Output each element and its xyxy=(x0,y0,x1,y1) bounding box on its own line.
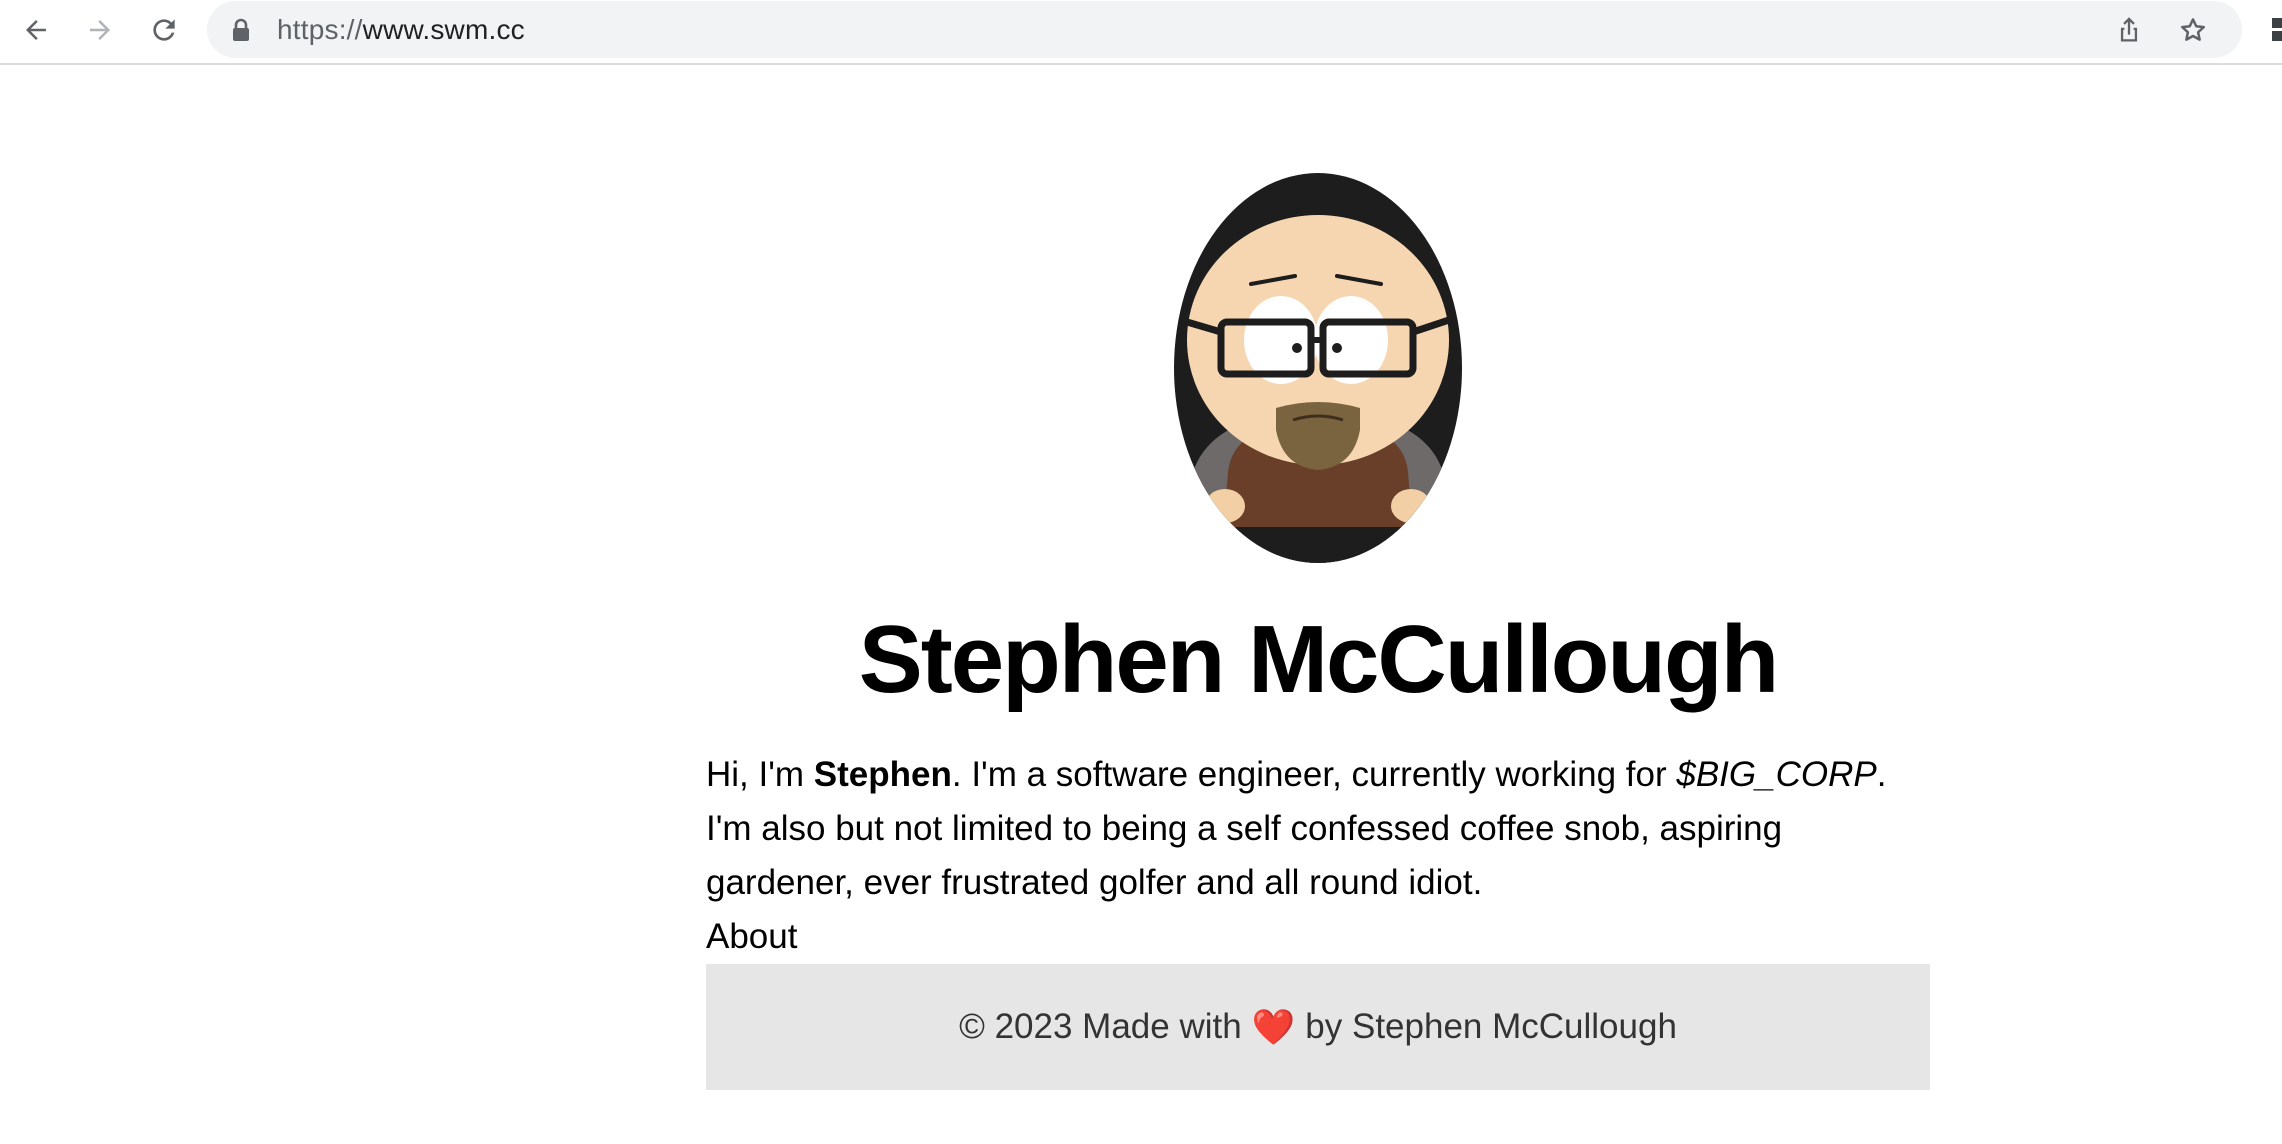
footer: © 2023 Made with ❤️ by Stephen McCulloug… xyxy=(706,964,1930,1090)
share-icon[interactable] xyxy=(2111,12,2147,48)
bio-paragraph: Hi, I'm Stephen. I'm a software engineer… xyxy=(706,748,1930,910)
avatar-container xyxy=(706,172,1930,564)
url-scheme: https:// xyxy=(277,14,363,45)
reload-icon[interactable] xyxy=(140,8,188,52)
about-link[interactable]: About xyxy=(706,910,1930,964)
cartoon-avatar xyxy=(1174,173,1462,563)
back-arrow-icon[interactable] xyxy=(12,8,60,52)
footer-suffix: by Stephen McCullough xyxy=(1305,1007,1677,1046)
bio-sentence-1: . I'm a software engineer, currently wor… xyxy=(951,755,1677,794)
main-content: Stephen McCullough Hi, I'm Stephen. I'm … xyxy=(706,172,1930,1090)
url-text[interactable]: https://www.swm.cc xyxy=(277,1,525,58)
page-title: Stephen McCullough xyxy=(858,606,1780,713)
forward-arrow-icon[interactable] xyxy=(76,8,124,52)
url-host: www.swm.cc xyxy=(362,14,525,45)
browser-toolbar: https://www.swm.cc xyxy=(0,0,2282,65)
bio-greeting: Hi, I'm xyxy=(706,755,814,794)
footer-prefix: © 2023 Made with xyxy=(959,1007,1242,1046)
heart-icon: ❤️ xyxy=(1251,1007,1296,1047)
star-icon[interactable] xyxy=(2175,12,2211,48)
bio-employer: $BIG_CORP xyxy=(1676,755,1877,794)
extensions-icon[interactable] xyxy=(2270,14,2282,44)
address-bar[interactable]: https://www.swm.cc xyxy=(207,1,2242,58)
lock-icon[interactable] xyxy=(231,18,251,47)
bio-first-name: Stephen xyxy=(813,755,952,794)
